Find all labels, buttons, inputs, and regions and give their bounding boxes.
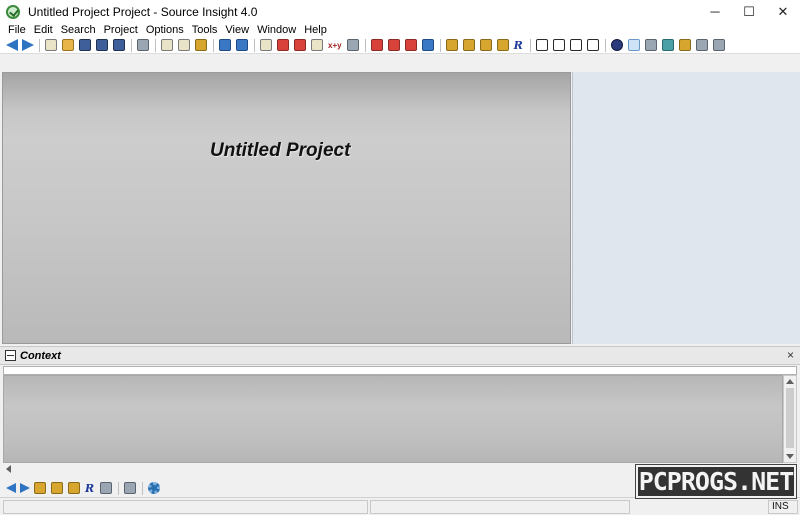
project-window-icon[interactable]: [421, 39, 434, 51]
replace-icon[interactable]: x+y: [328, 41, 342, 50]
main-pane[interactable]: Untitled Project: [2, 72, 571, 344]
cut-icon[interactable]: [161, 39, 173, 51]
menu-search[interactable]: Search: [57, 23, 100, 37]
status-message-section: [3, 500, 368, 514]
context-book-icon[interactable]: [68, 482, 80, 494]
search-down-icon[interactable]: [294, 39, 306, 51]
scroll-left-icon[interactable]: [6, 465, 11, 473]
main-toolbar: x+y R: [0, 37, 800, 54]
paste-icon[interactable]: [195, 39, 207, 51]
toolbar-separator: [155, 38, 156, 52]
context-forward-arrow-icon[interactable]: [20, 483, 30, 493]
context-vertical-scrollbar[interactable]: [783, 375, 797, 463]
context-lock-icon[interactable]: [124, 482, 137, 494]
close-button[interactable]: ✕: [766, 0, 800, 23]
toolbar-separator: [142, 481, 144, 495]
back-arrow-icon[interactable]: [6, 39, 18, 51]
forward-arrow-icon[interactable]: [22, 39, 34, 51]
minimize-button[interactable]: ─: [698, 0, 732, 23]
save-all-icon[interactable]: [113, 39, 125, 51]
panel-toggle-icon[interactable]: [610, 39, 623, 51]
search-up-icon[interactable]: [277, 39, 289, 51]
layout-grid-icon[interactable]: [535, 39, 548, 51]
context-relation-icon[interactable]: [100, 482, 113, 494]
copy-icon[interactable]: [178, 39, 190, 51]
relation-window-icon[interactable]: [644, 39, 657, 51]
toolbar-separator: [529, 38, 531, 52]
toolbar-separator: [364, 38, 366, 52]
menu-bar: File Edit Search Project Options Tools V…: [0, 23, 800, 37]
search-results-window-icon[interactable]: [712, 39, 725, 51]
bookmark-prev-icon[interactable]: [404, 39, 417, 51]
context-symbol-icon[interactable]: [34, 482, 46, 494]
references-icon[interactable]: R: [514, 39, 523, 52]
context-window-icon: [5, 350, 16, 361]
toolbar-separator: [118, 481, 120, 495]
toolbar-separator: [39, 38, 40, 52]
project-title: Untitled Project: [210, 140, 351, 161]
help-window-icon[interactable]: [695, 39, 708, 51]
context-content-area[interactable]: [3, 375, 783, 463]
undo-icon[interactable]: [219, 39, 231, 51]
chart-icon[interactable]: [496, 39, 509, 51]
menu-tools[interactable]: Tools: [188, 23, 222, 37]
context-settings-gear-icon[interactable]: [148, 482, 161, 494]
app-icon: [6, 4, 20, 19]
menu-help[interactable]: Help: [300, 23, 331, 37]
new-file-icon[interactable]: [45, 39, 57, 51]
context-location-field[interactable]: [3, 366, 797, 375]
lookup-icon[interactable]: [346, 39, 359, 51]
toolbar-separator: [131, 38, 132, 52]
context-header: Context ×: [0, 346, 800, 365]
context-title: Context: [20, 349, 61, 362]
title-bar: Untitled Project Project - Source Insigh…: [0, 0, 800, 23]
status-position-section: [370, 500, 630, 514]
menu-options[interactable]: Options: [142, 23, 188, 37]
layout-split-icon[interactable]: [569, 39, 582, 51]
book-icon[interactable]: [479, 39, 492, 51]
layout-single-icon[interactable]: [552, 39, 565, 51]
browse-icon[interactable]: [462, 39, 475, 51]
menu-view[interactable]: View: [221, 23, 253, 37]
status-insert-mode: INS: [768, 500, 798, 514]
maximize-button[interactable]: ☐: [732, 0, 766, 23]
context-back-arrow-icon[interactable]: [6, 483, 16, 493]
context-window-icon[interactable]: [627, 39, 640, 51]
menu-file[interactable]: File: [4, 23, 30, 37]
bookmark-next-icon[interactable]: [387, 39, 400, 51]
menu-edit[interactable]: Edit: [30, 23, 57, 37]
symbol-list-icon[interactable]: [661, 39, 674, 51]
window-controls: ─ ☐ ✕: [698, 0, 800, 23]
search-files-icon[interactable]: [260, 39, 272, 51]
side-pane[interactable]: [572, 72, 800, 344]
toolbar-separator: [213, 38, 214, 52]
search-results-icon[interactable]: [311, 39, 323, 51]
menu-project[interactable]: Project: [100, 23, 142, 37]
toolbar-separator: [439, 38, 441, 52]
open-folder-icon[interactable]: [62, 39, 74, 51]
toolbar-separator: [604, 38, 606, 52]
bookmark-icon[interactable]: [370, 39, 383, 51]
status-bar: INS: [0, 497, 800, 515]
layout-cascade-icon[interactable]: [586, 39, 599, 51]
context-close-button[interactable]: ×: [787, 348, 794, 362]
context-browse-icon[interactable]: [51, 482, 63, 494]
save-as-icon[interactable]: [96, 39, 108, 51]
redo-icon[interactable]: [236, 39, 248, 51]
clip-window-icon[interactable]: [678, 39, 691, 51]
context-panel: Context ×: [0, 346, 800, 479]
menu-window[interactable]: Window: [253, 23, 300, 37]
context-references-icon[interactable]: R: [85, 482, 94, 495]
symbol-window-icon[interactable]: [445, 39, 458, 51]
window-title: Untitled Project Project - Source Insigh…: [28, 4, 258, 19]
scroll-up-icon[interactable]: [786, 379, 794, 384]
scroll-down-icon[interactable]: [786, 454, 794, 459]
save-icon[interactable]: [79, 39, 91, 51]
watermark-logo: PCPROGS.NET: [635, 464, 797, 499]
scroll-thumb[interactable]: [786, 388, 794, 448]
toolbar-separator: [254, 38, 255, 52]
print-icon[interactable]: [137, 39, 149, 51]
